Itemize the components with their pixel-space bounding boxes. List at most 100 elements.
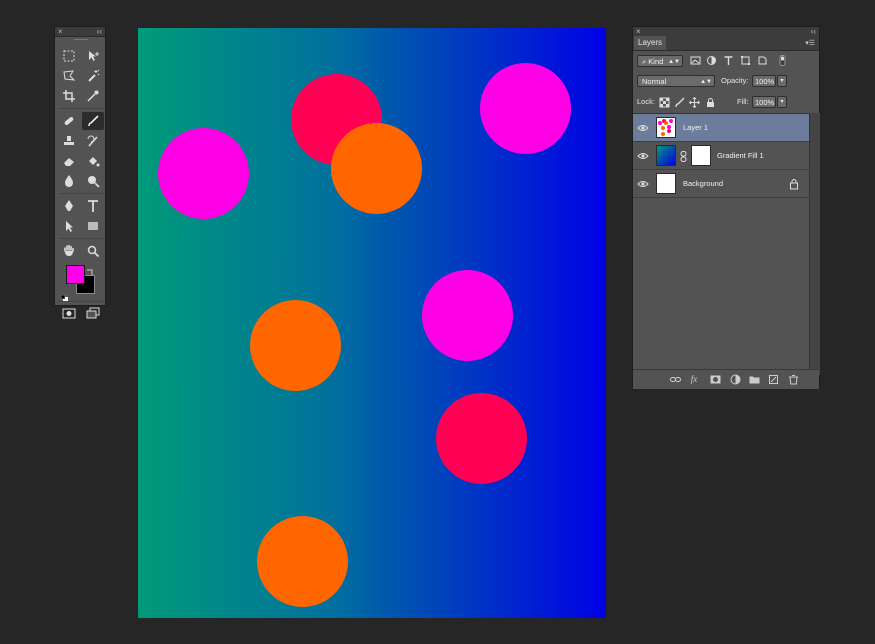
tab-layers[interactable]: Layers xyxy=(634,36,667,50)
hand-icon xyxy=(64,244,74,256)
crop-icon xyxy=(63,90,75,102)
magenta-circle xyxy=(480,63,571,154)
crop-tool[interactable] xyxy=(58,87,80,105)
blur-tool[interactable] xyxy=(58,172,80,190)
layer-row-gradient-fill-1[interactable]: Gradient Fill 1 xyxy=(633,142,809,170)
filter-pixel-icon[interactable] xyxy=(689,54,701,66)
rectangle-tool[interactable] xyxy=(82,217,104,235)
paint-bucket-icon xyxy=(89,157,100,167)
close-icon[interactable]: × xyxy=(636,27,641,36)
opacity-dropdown-button[interactable]: ▾ xyxy=(777,75,787,87)
marquee-tool[interactable] xyxy=(58,47,80,65)
path-selection-tool[interactable] xyxy=(58,217,80,235)
dodge-tool[interactable] xyxy=(82,172,104,190)
link-layers-icon[interactable] xyxy=(669,373,681,385)
opacity-label: Opacity: xyxy=(721,76,749,85)
visibility-eye-icon[interactable] xyxy=(637,150,649,162)
screen-mode-icon xyxy=(86,307,100,319)
fx-icon[interactable]: fx xyxy=(688,373,700,385)
healing-brush-tool[interactable] xyxy=(58,112,80,130)
close-icon[interactable]: × xyxy=(58,27,63,36)
opacity-input[interactable]: 100% xyxy=(752,75,776,87)
filter-shape-icon[interactable] xyxy=(739,54,751,66)
pink-circle xyxy=(436,393,527,484)
layers-panel-titlebar: × ‹‹ xyxy=(633,27,819,36)
history-brush-icon xyxy=(87,135,98,147)
visibility-eye-icon[interactable] xyxy=(637,122,649,134)
link-chain-icon[interactable] xyxy=(680,151,687,162)
gradient-thumbnail xyxy=(656,145,676,166)
zoom-icon xyxy=(87,245,100,258)
filter-type-icon[interactable] xyxy=(722,54,734,66)
history-brush-tool[interactable] xyxy=(82,132,104,150)
fill-dropdown-button[interactable]: ▾ xyxy=(777,96,787,108)
magic-wand-tool[interactable] xyxy=(82,67,104,85)
magic-wand-icon xyxy=(88,69,100,82)
layers-panel: × ‹‹ Layers ▾☰ ⌕ Kind ▲▼ Normal ▲▼ Opacity… xyxy=(632,26,820,389)
filter-smart-object-icon[interactable] xyxy=(756,54,768,66)
lasso-tool[interactable] xyxy=(58,67,80,85)
collapse-icon[interactable]: ‹‹ xyxy=(97,27,102,36)
brush-tool[interactable] xyxy=(82,112,104,130)
brush-icon xyxy=(88,115,99,127)
lock-icon[interactable] xyxy=(789,178,799,190)
lock-all-icon[interactable] xyxy=(704,96,716,108)
collapse-icon[interactable]: ‹‹ xyxy=(811,27,816,36)
lock-row: Lock: Fill: 100% ▾ xyxy=(633,91,819,113)
lock-pixels-icon[interactable] xyxy=(673,96,685,108)
move-icon xyxy=(89,51,99,61)
filter-toggle-switch[interactable] xyxy=(776,54,788,66)
screen-mode-button[interactable] xyxy=(82,304,104,322)
fill-label: Fill: xyxy=(737,97,749,106)
tools-panel-titlebar: × ‹‹ xyxy=(55,27,105,37)
layer-name: Gradient Fill 1 xyxy=(717,151,764,160)
visibility-eye-icon[interactable] xyxy=(637,178,649,190)
pen-icon xyxy=(65,200,73,211)
orange-circle xyxy=(331,123,422,214)
add-mask-icon[interactable] xyxy=(709,373,721,385)
eraser-tool[interactable] xyxy=(58,152,80,170)
hand-tool[interactable] xyxy=(58,242,80,260)
layer-row-layer-1[interactable]: Layer 1 xyxy=(633,114,809,142)
orange-circle xyxy=(257,516,348,607)
panel-grip[interactable] xyxy=(55,37,105,42)
layer-thumbnail xyxy=(656,117,676,138)
dots-thumbnail-icon xyxy=(658,119,673,136)
move-tool[interactable] xyxy=(82,47,104,65)
pen-tool[interactable] xyxy=(58,197,80,215)
panel-menu-icon[interactable]: ▾☰ xyxy=(805,39,815,47)
filter-kind-select[interactable]: ⌕ Kind ▲▼ xyxy=(637,55,683,67)
fill-input[interactable]: 100% xyxy=(752,96,776,108)
lock-position-icon[interactable] xyxy=(688,96,700,108)
paint-bucket-tool[interactable] xyxy=(82,152,104,170)
swap-colors-icon[interactable] xyxy=(86,263,94,275)
tools-panel: × ‹‹ xyxy=(54,26,106,319)
bandage-icon xyxy=(64,117,74,125)
type-tool[interactable] xyxy=(82,197,104,215)
layer-row-background[interactable]: Background xyxy=(633,170,809,198)
dodge-icon xyxy=(88,176,100,188)
blend-row: Normal ▲▼ Opacity: 100% ▾ xyxy=(633,71,819,91)
eyedropper-tool[interactable] xyxy=(82,87,104,105)
lock-transparent-icon[interactable] xyxy=(658,96,670,108)
filter-adjustment-icon[interactable] xyxy=(705,54,717,66)
new-group-folder-icon[interactable] xyxy=(748,373,760,385)
document-canvas[interactable] xyxy=(138,28,606,618)
foreground-color-swatch[interactable] xyxy=(66,265,85,284)
marquee-icon xyxy=(63,50,75,62)
trash-icon[interactable] xyxy=(787,373,799,385)
adjustment-layer-icon[interactable] xyxy=(729,373,741,385)
eraser-icon xyxy=(64,158,74,166)
quick-mask-button[interactable] xyxy=(58,304,80,322)
zoom-tool[interactable] xyxy=(82,242,104,260)
layer-list-scrollbar[interactable] xyxy=(809,113,820,375)
stamp-icon xyxy=(64,136,74,145)
layer-name: Background xyxy=(683,179,724,188)
new-layer-icon[interactable] xyxy=(767,373,779,385)
magenta-circle xyxy=(422,270,513,361)
clone-stamp-tool[interactable] xyxy=(58,132,80,150)
layer-mask-thumbnail[interactable] xyxy=(691,145,711,166)
layer-name: Layer 1 xyxy=(683,123,709,132)
default-colors-icon[interactable] xyxy=(60,289,68,302)
blend-mode-select[interactable]: Normal ▲▼ xyxy=(637,75,715,87)
